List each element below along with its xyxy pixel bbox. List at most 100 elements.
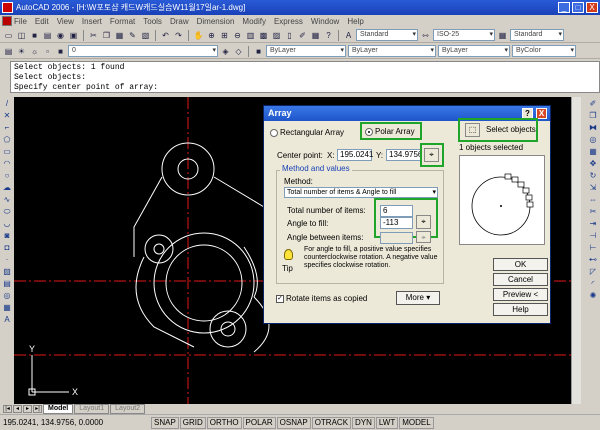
layer-manager-icon[interactable]: ▤ (3, 46, 14, 57)
region-icon[interactable]: ◎ (1, 290, 13, 301)
stretch-icon[interactable]: ⇔ (587, 194, 599, 205)
tool-palettes-icon[interactable]: ▨ (271, 30, 282, 41)
plotstyle-select[interactable]: ByColor (512, 45, 576, 57)
layer-select[interactable]: 0 (68, 45, 218, 57)
help-icon[interactable]: ? (323, 30, 334, 41)
menu-help[interactable]: Help (347, 17, 363, 26)
move-icon[interactable]: ✥ (587, 158, 599, 169)
linetype-select[interactable]: ByLayer (348, 45, 436, 57)
menu-tools[interactable]: Tools (143, 17, 162, 26)
model-toggle[interactable]: MODEL (399, 416, 434, 429)
polygon-icon[interactable]: ⬠ (1, 134, 13, 145)
pick-center-point-button[interactable]: ⌖ (424, 148, 439, 162)
break-icon[interactable]: ⊢ (587, 242, 599, 253)
insert-block-icon[interactable]: ◙ (1, 230, 13, 241)
trim-icon[interactable]: ✂ (587, 206, 599, 217)
redo-icon[interactable]: ↷ (173, 30, 184, 41)
design-center-icon[interactable]: ▩ (258, 30, 269, 41)
ok-button[interactable]: OK (493, 258, 548, 271)
revcloud-icon[interactable]: ☁ (1, 182, 13, 193)
snap-toggle[interactable]: SNAP (151, 416, 179, 429)
angle-fill-input[interactable]: -113 (380, 217, 413, 229)
break-at-point-icon[interactable]: ⊣ (587, 230, 599, 241)
dim-style-select[interactable]: ISO-25 (433, 29, 495, 41)
erase-icon[interactable]: ✐ (587, 98, 599, 109)
last-tab-icon[interactable]: ▸| (33, 405, 42, 413)
offset-icon[interactable]: ◎ (587, 134, 599, 145)
spline-icon[interactable]: ∿ (1, 194, 13, 205)
pan-icon[interactable]: ✋ (193, 30, 204, 41)
menu-modify[interactable]: Modify (242, 17, 266, 26)
cancel-button[interactable]: Cancel (493, 273, 548, 286)
construction-line-icon[interactable]: ✕ (1, 110, 13, 121)
arc-icon[interactable]: ◠ (1, 158, 13, 169)
rectangle-icon[interactable]: ▭ (1, 146, 13, 157)
lwt-toggle[interactable]: LWT (375, 416, 399, 429)
menu-file[interactable]: File (14, 17, 27, 26)
first-tab-icon[interactable]: |◂ (3, 405, 12, 413)
color-select[interactable]: ByLayer (266, 45, 346, 57)
make-block-icon[interactable]: ◘ (1, 242, 13, 253)
menu-express[interactable]: Express (274, 17, 303, 26)
fillet-icon[interactable]: ◜ (587, 278, 599, 289)
mtext-icon[interactable]: A (1, 314, 13, 325)
tab-model[interactable]: Model (43, 404, 74, 414)
undo-icon[interactable]: ↶ (160, 30, 171, 41)
layer-on-icon[interactable]: ☀ (16, 46, 27, 57)
preview-button[interactable]: Preview < (493, 288, 548, 301)
publish-icon[interactable]: ▣ (68, 30, 79, 41)
pick-angle-fill-button[interactable]: ⌖ (416, 215, 431, 229)
menu-view[interactable]: View (57, 17, 74, 26)
more-button[interactable]: More ▾ (396, 291, 440, 305)
layer-freeze-icon[interactable]: ☼ (29, 46, 40, 57)
window-close-button[interactable]: X (586, 2, 598, 13)
maximize-button[interactable]: □ (572, 2, 584, 13)
method-select[interactable]: Total number of items & Angle to fill (284, 187, 438, 198)
circle-icon[interactable]: ○ (1, 170, 13, 181)
lineweight-select[interactable]: ByLayer (438, 45, 510, 57)
ortho-toggle[interactable]: ORTHO (206, 416, 242, 429)
point-icon[interactable]: · (1, 254, 13, 265)
center-x-input[interactable]: 195.0241 (337, 149, 373, 161)
text-style-select[interactable]: Standard (356, 29, 418, 41)
new-icon[interactable]: ▭ (3, 30, 14, 41)
table-icon[interactable]: ▦ (1, 302, 13, 313)
rectangular-array-radio[interactable]: Rectangular Array (270, 128, 344, 137)
polyline-icon[interactable]: ⌐ (1, 122, 13, 133)
ellipse-arc-icon[interactable]: ◡ (1, 218, 13, 229)
line-icon[interactable]: / (1, 98, 13, 109)
layer-previous-icon[interactable]: ◇ (233, 46, 244, 57)
dyn-toggle[interactable]: DYN (352, 416, 375, 429)
tab-layout2[interactable]: Layout2 (110, 404, 146, 414)
join-icon[interactable]: ⊷ (587, 254, 599, 265)
markup-icon[interactable]: ✐ (297, 30, 308, 41)
total-items-input[interactable]: 6 (380, 205, 413, 217)
chamfer-icon[interactable]: ◸ (587, 266, 599, 277)
menu-format[interactable]: Format (110, 17, 135, 26)
properties-icon[interactable]: ▥ (245, 30, 256, 41)
menu-draw[interactable]: Draw (170, 17, 189, 26)
copy-icon[interactable]: ❐ (101, 30, 112, 41)
plot-icon[interactable]: ▤ (42, 30, 53, 41)
rotate-icon[interactable]: ↻ (587, 170, 599, 181)
sheet-set-icon[interactable]: ▯ (284, 30, 295, 41)
extend-icon[interactable]: ⇥ (587, 218, 599, 229)
next-tab-icon[interactable]: ▸ (23, 405, 32, 413)
center-y-input[interactable]: 134.9756 (386, 149, 422, 161)
make-current-icon[interactable]: ◈ (220, 46, 231, 57)
scale-icon[interactable]: ⇲ (587, 182, 599, 193)
polar-array-radio[interactable]: Polar Array (365, 127, 415, 136)
mirror-icon[interactable]: ⧓ (587, 122, 599, 133)
gradient-icon[interactable]: ▤ (1, 278, 13, 289)
zoom-window-icon[interactable]: ⊞ (219, 30, 230, 41)
tab-layout1[interactable]: Layout1 (74, 404, 110, 414)
array-icon[interactable]: ▦ (587, 146, 599, 157)
open-icon[interactable]: ◫ (16, 30, 27, 41)
plot-preview-icon[interactable]: ◉ (55, 30, 66, 41)
menu-dimension[interactable]: Dimension (197, 17, 235, 26)
otrack-toggle[interactable]: OTRACK (311, 416, 352, 429)
table-style-select[interactable]: Standard (510, 29, 564, 41)
layer-color-icon[interactable]: ■ (55, 46, 66, 57)
help-button[interactable]: Help (493, 303, 548, 316)
select-objects-button[interactable]: ⬚ (465, 123, 480, 137)
